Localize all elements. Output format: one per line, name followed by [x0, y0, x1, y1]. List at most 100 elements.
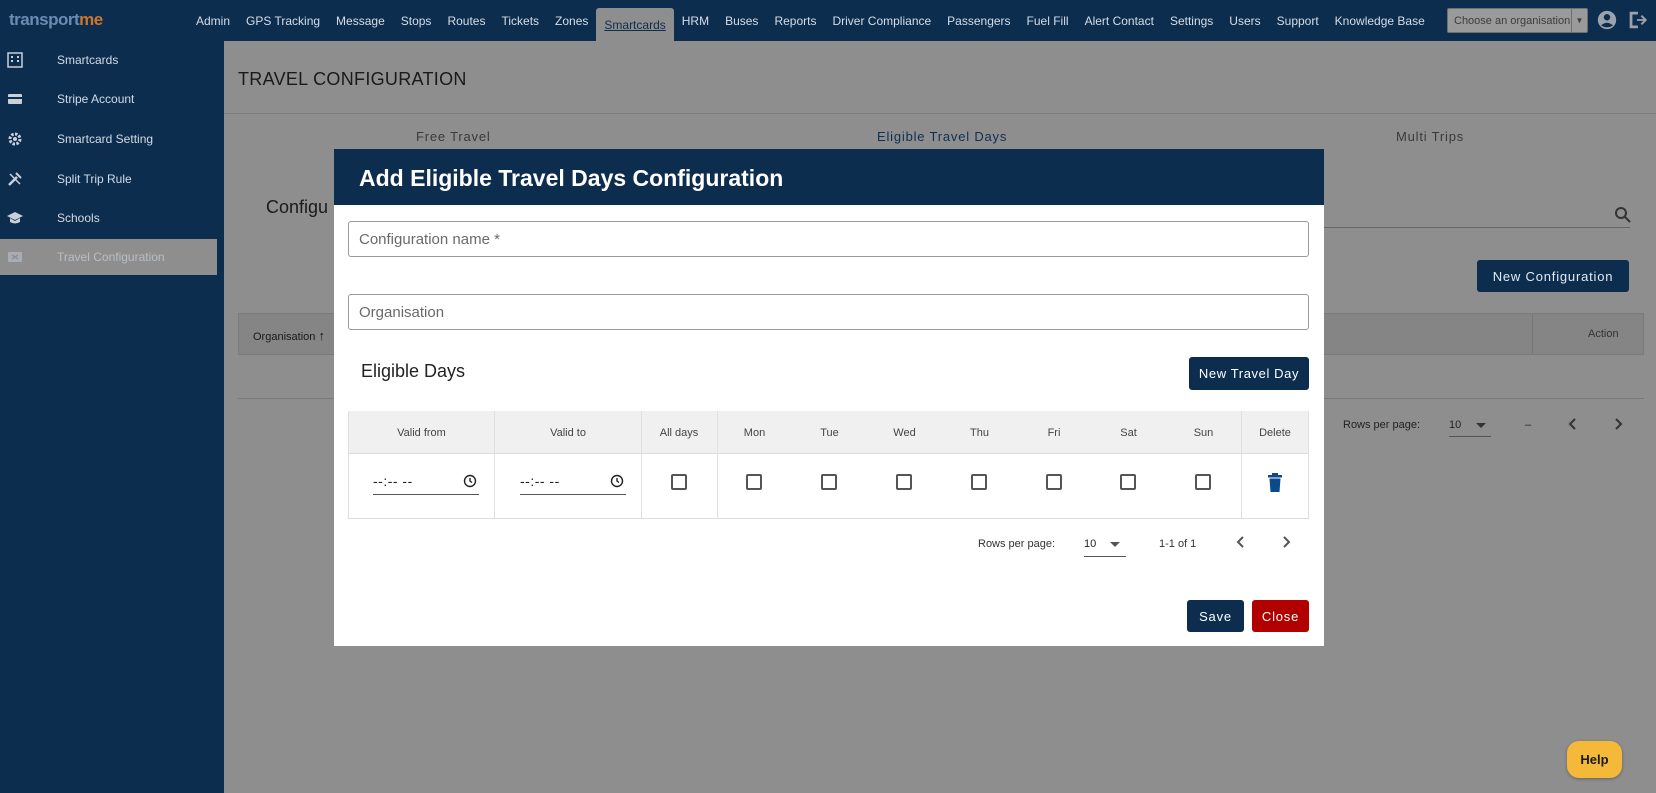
trash-icon[interactable]: [1267, 473, 1283, 493]
rows-per-page-select[interactable]: 10: [1084, 533, 1126, 557]
nav-item-smartcards[interactable]: Smartcards: [596, 8, 674, 41]
new-configuration-button[interactable]: New Configuration: [1477, 260, 1629, 292]
valid-to-time-input[interactable]: --:-- --: [520, 469, 626, 495]
column-delete: Delete: [1259, 426, 1291, 439]
thu-checkbox[interactable]: [971, 474, 987, 490]
tab-multi-trips[interactable]: Multi Trips: [1396, 129, 1464, 144]
chevron-right-icon[interactable]: [1278, 534, 1294, 550]
column-organisation[interactable]: Organisation ↑: [253, 328, 325, 343]
nav-item-settings[interactable]: Settings: [1162, 0, 1221, 41]
organisation-select-placeholder: Choose an organisation: [1454, 14, 1571, 27]
top-navbar: transportme Admin GPS Tracking Message S…: [0, 0, 1656, 41]
sidebar-item-stripe-account[interactable]: Stripe Account: [0, 81, 217, 117]
tools-icon: [8, 172, 22, 186]
rows-per-page-value: 10: [1084, 538, 1097, 550]
sidebar-item-split-trip-rule[interactable]: Split Trip Rule: [0, 161, 217, 197]
fri-checkbox[interactable]: [1046, 474, 1062, 490]
tab-free-travel[interactable]: Free Travel: [416, 129, 491, 144]
add-eligible-travel-days-dialog: Add Eligible Travel Days Configuration C…: [334, 149, 1324, 646]
column-divider: [1308, 411, 1309, 519]
all-days-checkbox[interactable]: [671, 474, 687, 490]
sat-checkbox[interactable]: [1120, 474, 1136, 490]
ticket-icon: [8, 252, 22, 262]
chevron-right-icon[interactable]: [1610, 416, 1626, 432]
logo-mark: o: [57, 10, 68, 29]
nav-item-tickets[interactable]: Tickets: [493, 0, 547, 41]
sidebar-item-label: Smartcards: [57, 53, 119, 67]
nav-item-hrm[interactable]: HRM: [674, 0, 717, 41]
nav-item-buses[interactable]: Buses: [717, 0, 766, 41]
nav-item-reports[interactable]: Reports: [766, 0, 824, 41]
logo-text-3: me: [79, 10, 103, 29]
valid-from-time-input[interactable]: --:-- --: [373, 469, 479, 495]
rows-per-page-select[interactable]: 10: [1449, 415, 1491, 437]
tue-checkbox[interactable]: [821, 474, 837, 490]
clock-icon[interactable]: [610, 474, 624, 488]
close-button[interactable]: Close: [1252, 600, 1309, 632]
card-icon: [8, 94, 22, 104]
nav-item-users[interactable]: Users: [1221, 0, 1268, 41]
organisation-placeholder: Organisation: [359, 303, 445, 321]
sun-checkbox[interactable]: [1195, 474, 1211, 490]
column-valid-from: Valid from: [397, 426, 446, 439]
clock-icon[interactable]: [463, 474, 477, 488]
wed-checkbox[interactable]: [896, 474, 912, 490]
column-wed: Wed: [893, 426, 916, 439]
sidebar-item-smartcards[interactable]: Smartcards: [0, 42, 217, 78]
save-button[interactable]: Save: [1187, 600, 1244, 632]
mon-checkbox[interactable]: [746, 474, 762, 490]
sidebar-item-schools[interactable]: Schools: [0, 200, 217, 236]
sidebar-item-smartcard-setting[interactable]: Smartcard Setting: [0, 121, 217, 157]
search-input[interactable]: [1324, 227, 1630, 228]
organisation-select[interactable]: Choose an organisation ▼: [1447, 8, 1588, 33]
valid-to-value: --:-- --: [520, 473, 560, 489]
chevron-left-icon[interactable]: [1233, 534, 1249, 550]
logo-text-2: rt: [67, 10, 80, 29]
column-divider: [1241, 411, 1242, 519]
search-icon[interactable]: [1614, 206, 1632, 224]
column-thu: Thu: [970, 426, 989, 439]
column-divider: [494, 411, 495, 519]
new-travel-day-button[interactable]: New Travel Day: [1189, 357, 1309, 390]
help-button[interactable]: Help: [1567, 741, 1622, 778]
nav-item-passengers[interactable]: Passengers: [939, 0, 1018, 41]
transportme-logo[interactable]: transportme: [9, 10, 103, 30]
rows-per-page-label: Rows per page:: [1343, 419, 1421, 431]
nav-item-zones[interactable]: Zones: [547, 0, 596, 41]
sidebar-item-travel-configuration[interactable]: Travel Configuration: [0, 239, 217, 275]
nav-item-support[interactable]: Support: [1269, 0, 1327, 41]
column-tue: Tue: [820, 426, 839, 439]
chevron-left-icon[interactable]: [1565, 416, 1581, 432]
nav-item-stops[interactable]: Stops: [393, 0, 440, 41]
nav-item-knowledge-base[interactable]: Knowledge Base: [1327, 0, 1433, 41]
nav-item-fuel-fill[interactable]: Fuel Fill: [1019, 0, 1077, 41]
column-divider: [1532, 314, 1533, 354]
nav-item-routes[interactable]: Routes: [439, 0, 493, 41]
nav-item-driver-compliance[interactable]: Driver Compliance: [824, 0, 939, 41]
chevron-down-icon: [1476, 423, 1486, 428]
eligible-days-table: Valid from Valid to All days Mon Tue Wed…: [348, 411, 1309, 519]
building-icon: [7, 52, 23, 68]
pagination-range: 1-1 of 1: [1159, 538, 1197, 550]
nav-item-gps-tracking[interactable]: GPS Tracking: [238, 0, 328, 41]
sidebar-item-label: Schools: [57, 211, 100, 225]
column-all-days: All days: [659, 426, 699, 439]
dialog-title: Add Eligible Travel Days Configuration: [359, 165, 784, 191]
nav-menu: Admin GPS Tracking Message Stops Routes …: [188, 0, 1433, 41]
configuration-name-placeholder: Configuration name *: [359, 230, 500, 248]
account-icon[interactable]: [1596, 9, 1618, 31]
pagination-range: –: [1525, 419, 1532, 431]
configuration-name-input[interactable]: Configuration name *: [348, 221, 1309, 257]
nav-item-admin[interactable]: Admin: [188, 0, 238, 41]
dialog-header: Add Eligible Travel Days Configuration: [334, 149, 1324, 205]
rows-per-page-label: Rows per page:: [978, 538, 1056, 550]
rows-per-page-value: 10: [1449, 419, 1462, 431]
column-action: Action: [1588, 328, 1619, 340]
tab-eligible-travel-days[interactable]: Eligible Travel Days: [877, 129, 1007, 144]
sidebar-item-label: Smartcard Setting: [57, 132, 154, 146]
column-organisation-label: Organisation: [253, 331, 316, 343]
nav-item-message[interactable]: Message: [328, 0, 393, 41]
nav-item-alert-contact[interactable]: Alert Contact: [1077, 0, 1162, 41]
logout-icon[interactable]: [1626, 9, 1648, 31]
organisation-input[interactable]: Organisation: [348, 294, 1309, 330]
